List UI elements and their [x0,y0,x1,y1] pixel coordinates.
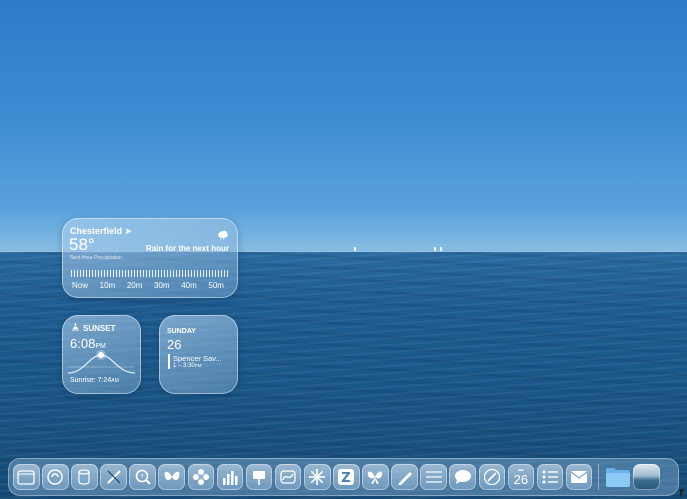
sunset-widget[interactable]: SUNSET 6:08PM Sunrise: 7:24AM [62,315,141,394]
cloud-rain-icon [217,227,229,245]
dock: ↑ Z ▬ 26 [8,458,679,496]
butterfly-2-icon[interactable] [362,463,389,491]
keynote-icon[interactable] [245,463,273,491]
sunset-header: SUNSET [71,323,115,333]
freeform-icon[interactable] [274,463,302,491]
event-title: Spencer Sav... [173,354,222,363]
safari-icon[interactable] [478,463,506,491]
folder-icon[interactable] [604,464,631,491]
calendar-icon[interactable]: ▬ 26 [507,463,535,491]
app-store-icon[interactable] [71,463,98,491]
mouse-cursor [680,489,684,498]
svg-text:↑: ↑ [139,474,144,481]
calendar-event[interactable]: Spencer Sav... 1 – 3:30PM [168,354,233,369]
sailboat [354,247,356,251]
messages-icon[interactable] [449,463,476,491]
mail-icon[interactable] [565,463,593,491]
dock-separator [597,464,599,490]
sunrise-time: Sunrise: 7:24AM [70,377,119,384]
tick-label: 50m [208,281,224,290]
calendar-date: 26 [167,337,182,352]
sunset-label: SUNSET [83,323,116,333]
sailboat [440,247,442,251]
tick-label: 40m [181,281,197,290]
starburst-icon[interactable] [303,463,331,491]
tick-label: 20m [126,281,143,290]
tick-label: 10m [99,281,116,290]
weather-widget[interactable]: Chesterfield ➤ 58° Rain for the next hou… [62,218,238,298]
pen-icon[interactable] [391,463,418,491]
reminders-icon[interactable] [536,463,564,491]
calendar-widget[interactable]: SUNDAY 26 Spencer Sav... 1 – 3:30PM [159,315,238,394]
calendar-day: SUNDAY [167,328,196,335]
pencil-app-icon[interactable] [100,463,127,491]
sailboat [434,247,436,251]
sun-path-curve [67,350,136,374]
calendar-icon-day: 26 [513,472,529,487]
weather-condition: Rain for the next hour [145,244,229,253]
tick-label: 30m [154,281,170,290]
notes-lines-icon[interactable] [420,463,447,491]
search-app-icon[interactable]: ↑ [129,463,156,491]
precipitation-label: Next-Hour Precipitation [70,255,122,261]
photo-thumbnail-icon[interactable] [633,463,661,491]
launchpad-icon[interactable] [42,463,69,491]
svg-text:Z: Z [342,471,351,486]
flower-icon[interactable] [187,463,215,491]
finder-icon[interactable] [13,463,40,491]
event-time: 1 – 3:30PM [173,363,202,369]
z-app-icon[interactable]: Z [333,463,360,491]
weather-temperature: 58° [69,235,95,254]
precipitation-bars [71,270,229,277]
precipitation-ticks: Now 10m 20m 30m 40m 50m [72,281,224,290]
butterfly-icon[interactable] [158,463,186,491]
location-arrow-icon: ➤ [124,226,133,236]
tick-label: Now [72,281,89,290]
sunset-icon [71,323,80,333]
stats-icon[interactable] [216,463,244,491]
